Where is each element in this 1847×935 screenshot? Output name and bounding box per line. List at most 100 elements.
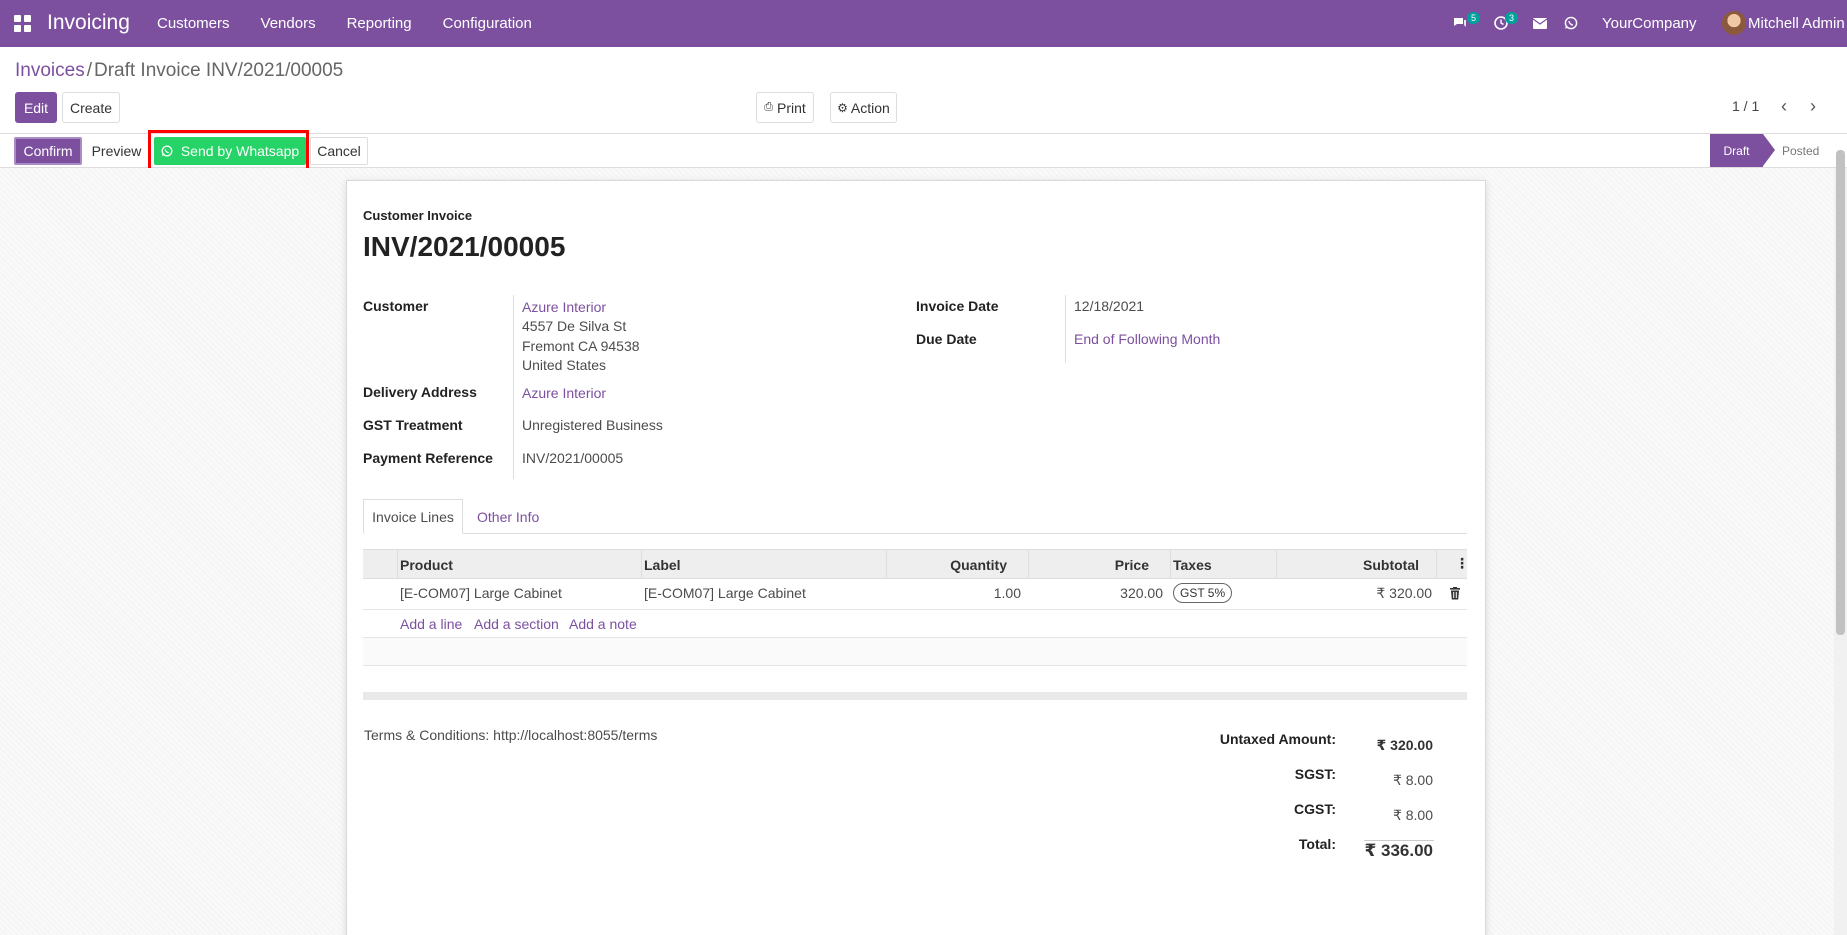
stage-draft[interactable]: Draft [1710, 134, 1763, 167]
user-menu[interactable]: Mitchell Admin [1748, 15, 1845, 32]
untaxed-amount-value: ₹ 320.00 [1376, 737, 1433, 753]
gst-treatment-label: GST Treatment [363, 417, 463, 433]
invoice-number: INV/2021/00005 [363, 231, 566, 262]
delivery-address-label: Delivery Address [363, 384, 477, 400]
row-divider [363, 665, 1467, 666]
row-subtotal: ₹ 320.00 [1376, 585, 1432, 601]
total-label: Total: [1298, 836, 1336, 852]
create-button[interactable]: Create [62, 92, 120, 123]
tabs-divider [363, 533, 1467, 534]
mail-icon[interactable] [1532, 16, 1548, 32]
lines-table-header: Product Label Quantity Price Taxes Subto… [363, 549, 1469, 579]
breadcrumb-separator: / [86, 60, 92, 81]
sgst-label: SGST: [1294, 766, 1336, 782]
invoice-date-label: Invoice Date [916, 298, 999, 314]
gst-treatment-value: Unregistered Business [522, 417, 663, 433]
invoice-date-value: 12/18/2021 [1074, 298, 1145, 314]
chevron-right-icon[interactable]: › [1810, 96, 1816, 117]
print-icon: ⎙ [764, 101, 773, 113]
header-taxes[interactable]: Taxes [1173, 557, 1212, 573]
total-value: ₹ 336.00 [1364, 841, 1433, 860]
customer-link[interactable]: Azure Interior [522, 299, 606, 315]
row-label[interactable]: [E-COM07] Large Cabinet [644, 585, 806, 601]
due-date-label: Due Date [916, 331, 977, 347]
row-price[interactable]: 320.00 [1120, 585, 1163, 601]
right-group-divider [1065, 295, 1066, 363]
gear-icon: ⚙ [837, 100, 848, 115]
action-button[interactable]: ⚙ Action [830, 92, 897, 123]
breadcrumb-invoices[interactable]: Invoices [15, 60, 85, 81]
sgst-value: ₹ 8.00 [1392, 772, 1433, 788]
left-group-divider [513, 295, 514, 479]
optional-columns-icon[interactable]: ⋮ [1455, 555, 1469, 572]
add-section-link[interactable]: Add a section [474, 616, 559, 632]
chat-badge: 5 [1467, 12, 1481, 24]
invoice-sheet: Customer Invoice INV/2021/00005 Customer… [346, 180, 1486, 935]
apps-menu-icon[interactable] [14, 15, 31, 32]
chat-icon[interactable] [1452, 16, 1468, 33]
top-navbar: Invoicing Customers Vendors Reporting Co… [0, 0, 1847, 47]
whatsapp-icon[interactable] [1564, 16, 1578, 33]
breadcrumb-current: Draft Invoice INV/2021/00005 [93, 60, 344, 81]
header-quantity[interactable]: Quantity [950, 557, 1007, 573]
company-switcher[interactable]: YourCompany [1602, 15, 1697, 32]
address-line-3: United States [522, 357, 607, 373]
column-divider [1028, 550, 1029, 578]
breadcrumb: Invoices / Draft Invoice INV/2021/00005 [15, 60, 343, 82]
activity-badge: 3 [1505, 12, 1519, 24]
row-quantity[interactable]: 1.00 [994, 585, 1021, 601]
tax-tag[interactable]: GST 5% [1173, 583, 1233, 603]
edit-button[interactable]: Edit [15, 92, 57, 123]
row-product[interactable]: [E-COM07] Large Cabinet [400, 585, 562, 601]
cgst-value: ₹ 8.00 [1392, 807, 1433, 823]
menu-configuration[interactable]: Configuration [443, 15, 532, 32]
user-avatar[interactable] [1722, 11, 1746, 35]
payment-reference-value: INV/2021/00005 [522, 450, 624, 466]
column-divider [641, 550, 642, 578]
menu-customers[interactable]: Customers [157, 15, 230, 32]
print-label: Print [777, 99, 806, 116]
column-divider [1170, 550, 1171, 578]
header-subtotal[interactable]: Subtotal [1363, 557, 1419, 573]
empty-row [363, 638, 1467, 665]
add-note-link[interactable]: Add a note [569, 616, 637, 632]
menu-reporting[interactable]: Reporting [347, 15, 412, 32]
address-line-2: Fremont CA 94538 [522, 338, 640, 354]
row-divider [363, 609, 1467, 610]
invoice-type: Customer Invoice [363, 208, 473, 223]
header-product[interactable]: Product [400, 557, 453, 573]
column-divider [1436, 550, 1437, 578]
terms-conditions: Terms & Conditions: http://localhost:805… [364, 727, 658, 743]
menu-vendors[interactable]: Vendors [261, 15, 316, 32]
chevron-left-icon[interactable]: ‹ [1781, 96, 1787, 117]
delivery-address-link[interactable]: Azure Interior [522, 385, 606, 401]
table-footer-bar [363, 692, 1467, 700]
action-label: Action [850, 99, 890, 116]
pager-value[interactable]: 1 / 1 [1732, 98, 1759, 114]
header-price[interactable]: Price [1115, 557, 1149, 573]
column-divider [886, 550, 887, 578]
stage-posted[interactable]: Posted [1782, 144, 1819, 158]
scrollbar-thumb[interactable] [1836, 150, 1845, 635]
untaxed-amount-label: Untaxed Amount: [1219, 731, 1336, 747]
main-menu: Customers Vendors Reporting Configuratio… [157, 15, 563, 32]
preview-button[interactable]: Preview [86, 137, 147, 165]
address-line-1: 4557 De Silva St [522, 318, 627, 334]
cgst-label: CGST: [1294, 801, 1336, 817]
tab-other-info[interactable]: Other Info [477, 509, 539, 525]
stage-draft-arrow [1763, 134, 1775, 166]
column-divider [397, 550, 398, 578]
trash-icon[interactable] [1449, 587, 1461, 600]
payment-reference-label: Payment Reference [363, 450, 493, 466]
tab-invoice-lines[interactable]: Invoice Lines [363, 499, 463, 534]
app-title[interactable]: Invoicing [47, 11, 130, 35]
table-row[interactable]: [E-COM07] Large Cabinet [E-COM07] Large … [363, 579, 1467, 609]
confirm-button[interactable]: Confirm [14, 137, 82, 165]
header-label[interactable]: Label [644, 557, 681, 573]
column-divider [1276, 550, 1277, 578]
cancel-button[interactable]: Cancel [310, 137, 368, 165]
due-date-value[interactable]: End of Following Month [1074, 331, 1220, 347]
customer-label: Customer [363, 298, 429, 314]
add-line-link[interactable]: Add a line [400, 616, 462, 632]
print-button[interactable]: ⎙ Print [756, 92, 814, 123]
